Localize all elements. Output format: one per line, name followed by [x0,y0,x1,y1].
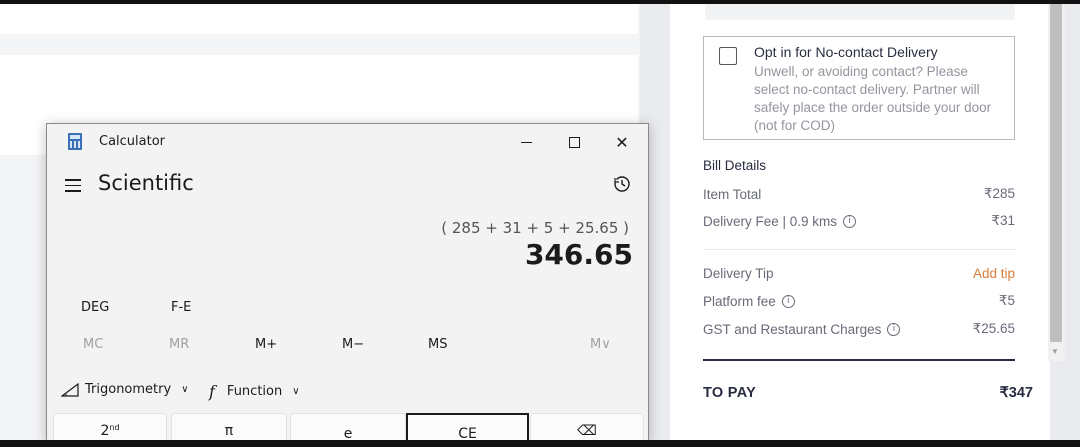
chevron-down-icon: ∨ [292,386,300,397]
no-contact-description: Unwell, or avoiding contact? Please sele… [754,64,992,133]
calculator-expression: ( 285 + 31 + 5 + 25.65 ) [441,219,629,237]
no-contact-checkbox[interactable] [719,47,737,65]
fe-button[interactable]: F-E [171,300,191,315]
function-label: Function [226,384,283,399]
screen-bottom-border [0,440,1080,447]
delivery-fee-value: ₹31 [991,213,1015,228]
platform-fee-label: Platform fee [703,293,776,309]
maximize-button[interactable] [550,124,598,160]
function-dropdown[interactable]: f Function ∨ [209,382,300,401]
delivery-fee-label-group: Delivery Fee | 0.9 kms i [703,213,857,229]
scrollbar-thumb[interactable] [1050,4,1062,342]
bill-row-delivery-fee: Delivery Fee | 0.9 kms i ₹31 [703,213,1015,229]
divider [703,249,1015,250]
history-icon[interactable] [613,175,631,193]
bill-details-title: Bill Details [703,158,767,173]
item-total-label: Item Total [703,186,762,202]
to-pay-value: ₹347 [999,385,1033,401]
webpage-section-top [0,4,638,34]
second-function-key[interactable]: 2nd [53,413,167,442]
no-contact-title: Opt in for No-contact Delivery [754,44,938,60]
bill-row-delivery-tip: Delivery Tip Add tip [703,266,1015,281]
pi-key[interactable]: π [171,413,287,442]
bill-row-gst: GST and Restaurant Charges i ₹25.65 [703,321,1015,337]
gst-label-group: GST and Restaurant Charges i [703,321,901,337]
screen-top-border [0,0,1080,4]
platform-fee-label-group: Platform fee i [703,293,795,309]
total-divider [703,359,1015,361]
menu-hamburger-icon[interactable] [65,179,81,196]
calculator-app-icon [68,133,82,150]
delivery-fee-label: Delivery Fee | 0.9 kms [703,213,838,229]
function-icon: f [209,382,215,401]
gst-value: ₹25.65 [972,321,1015,336]
delivery-tip-label: Delivery Tip [703,266,774,281]
info-icon[interactable]: i [887,322,901,336]
info-icon[interactable]: i [781,294,795,308]
info-icon[interactable]: i [843,214,857,228]
no-contact-option[interactable]: Opt in for No-contact Delivery Unwell, o… [703,36,1015,140]
maximize-icon [568,136,580,148]
minimize-icon [520,141,532,143]
memory-clear-button[interactable]: MC [83,337,103,352]
chevron-down-icon: ∨ [181,384,189,395]
calculator-window: Calculator ✕ Scientific ( 285 + 31 + 5 +… [46,123,649,443]
panel-top-strip [705,4,1015,20]
scroll-down-arrow-icon[interactable]: ▼ [1051,347,1059,356]
trigonometry-dropdown[interactable]: Trigonometry ∨ [61,382,189,397]
bill-row-item-total: Item Total ₹285 [703,186,1015,202]
memory-recall-button[interactable]: MR [169,337,189,352]
gst-label: GST and Restaurant Charges [703,321,882,337]
calculator-window-title: Calculator [99,134,166,149]
close-icon: ✕ [615,132,629,152]
clear-entry-key[interactable]: CE [406,413,529,442]
calculator-result: 346.65 [524,238,633,271]
page-margin [1065,4,1080,440]
memory-subtract-button[interactable]: M− [342,337,364,352]
memory-list-button[interactable]: M∨ [590,337,611,352]
e-key[interactable]: e [290,413,406,442]
angle-mode-button[interactable]: DEG [81,300,109,315]
memory-store-button[interactable]: MS [428,337,447,352]
trigonometry-label: Trigonometry [85,382,172,397]
to-pay-label: TO PAY [703,385,757,401]
platform-fee-value: ₹5 [998,293,1015,308]
calculator-mode-title: Scientific [98,171,194,195]
calculator-titlebar[interactable]: Calculator ✕ [47,124,648,160]
close-button[interactable]: ✕ [598,124,646,160]
memory-add-button[interactable]: M+ [255,337,277,352]
bill-row-platform-fee: Platform fee i ₹5 [703,293,1015,309]
item-total-value: ₹285 [983,186,1015,201]
backspace-key[interactable]: ⌫ [530,413,644,442]
add-tip-link[interactable]: Add tip [973,266,1015,281]
triangle-ruler-icon [61,382,79,397]
minimize-button[interactable] [502,124,550,160]
